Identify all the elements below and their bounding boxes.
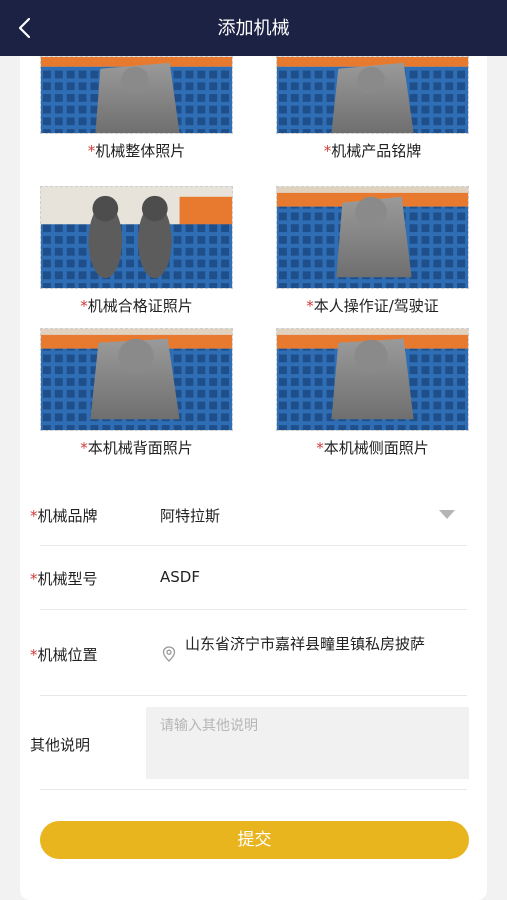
form-card: *机械整体照片 *机械产品铭牌 *机械合格证照片 *本人操作证/驾驶证 *本机械… [20,56,487,900]
machine-photo [40,56,233,134]
photo-caption: 机械合格证照片 [87,297,193,315]
photo-upload-back[interactable]: *本机械背面照片 [40,328,233,458]
photo-upload-certificate[interactable]: *机械合格证照片 [40,186,233,316]
photo-caption: 本人操作证/驾驶证 [313,297,439,315]
location-value: 山东省济宁市嘉祥县疃里镇私房披萨 [185,635,426,653]
submit-button[interactable]: 提交 [40,821,469,859]
model-label: *机械型号 [30,570,98,588]
machine-photo [40,186,233,289]
photo-caption: 本机械侧面照片 [323,439,429,457]
location-label: *机械位置 [30,646,98,664]
photo-upload-overall[interactable]: *机械整体照片 [40,56,233,161]
photo-caption: 本机械背面照片 [87,439,193,457]
brand-select[interactable]: *机械品牌 阿特拉斯 [20,484,487,546]
machine-photo [276,328,469,431]
location-pin-icon [162,646,176,662]
machine-photo [40,328,233,431]
model-field[interactable]: *机械型号 ASDF [20,546,487,610]
top-nav-bar: 添加机械 [0,0,507,56]
photo-caption: 机械产品铭牌 [331,142,422,160]
notes-field: 其他说明 [20,696,487,790]
brand-label: *机械品牌 [30,507,98,525]
page-title: 添加机械 [217,18,290,39]
notes-textarea[interactable] [146,707,469,779]
model-value[interactable]: ASDF [160,568,200,586]
brand-value: 阿特拉斯 [160,507,221,525]
location-field[interactable]: *机械位置 山东省济宁市嘉祥县疃里镇私房披萨 [20,610,487,696]
machine-photo [276,56,469,134]
photo-upload-side[interactable]: *本机械侧面照片 [276,328,469,458]
notes-label: 其他说明 [30,736,91,754]
machine-photo [276,186,469,289]
photo-upload-license[interactable]: *本人操作证/驾驶证 [276,186,469,316]
dropdown-triangle-icon[interactable] [439,510,455,519]
photo-upload-nameplate[interactable]: *机械产品铭牌 [276,56,469,161]
photo-caption: 机械整体照片 [95,142,186,160]
